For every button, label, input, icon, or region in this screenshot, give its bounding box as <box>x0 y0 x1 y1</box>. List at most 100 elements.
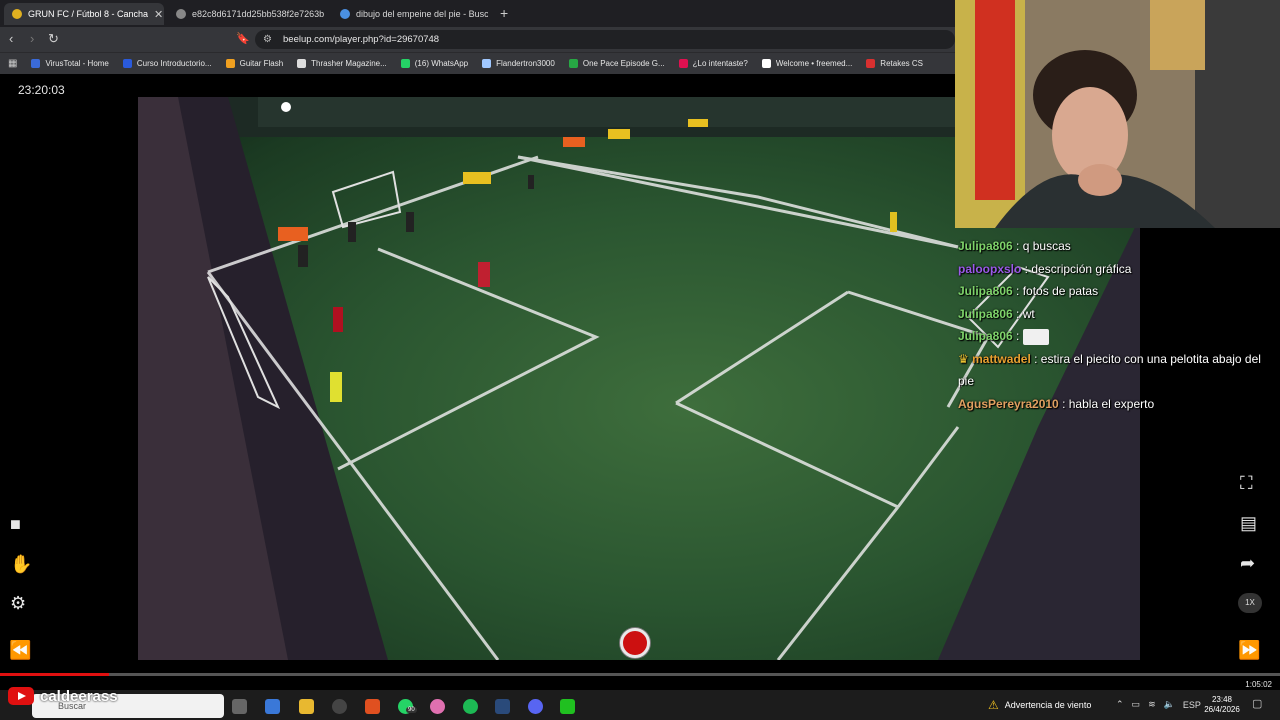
bookmark-item[interactable]: Welcome • freemed... <box>761 59 853 68</box>
chat-separator: : <box>1012 306 1023 321</box>
steam-icon[interactable] <box>495 699 510 714</box>
app-icon[interactable] <box>430 699 445 714</box>
chat-username: Julipa806 <box>958 239 1013 253</box>
bookmark-label: Retakes CS <box>880 59 923 68</box>
chat-separator: : <box>1021 261 1032 276</box>
bookmark-label: Guitar Flash <box>239 59 284 68</box>
tab-search[interactable]: dibujo del empeine del pie - Buscar c <box>332 3 488 25</box>
bookmark-item[interactable]: (16) WhatsApp <box>400 59 468 68</box>
chat-emote-icon <box>1022 328 1049 345</box>
chat-text: wt <box>1022 306 1035 321</box>
fullscreen-icon[interactable]: ⛶ <box>1240 473 1253 493</box>
volume-icon[interactable]: 🔈 <box>1164 699 1175 710</box>
chevron-up-icon[interactable]: ⌃ <box>1116 699 1124 710</box>
back-icon[interactable]: ‹ <box>9 32 13 46</box>
weather-text: Advertencia de viento <box>1004 700 1092 710</box>
bookmark-label: VirusTotal - Home <box>45 59 109 68</box>
chat-separator: : <box>1012 329 1023 343</box>
url-field[interactable]: ⚙ beelup.com/player.php?id=29670748 <box>255 30 955 49</box>
site-info-icon[interactable]: ⚙ <box>263 30 272 49</box>
spotify-icon[interactable] <box>463 699 478 714</box>
tab-label: GRUN FC / Fútbol 8 - Cancha <box>28 9 149 19</box>
chat-username: AgusPereyra2010 <box>958 396 1059 411</box>
bookmark-item[interactable]: Curso Introductorio... <box>122 59 212 68</box>
wifi-icon[interactable]: ≋ <box>1148 699 1156 710</box>
bookmark-item[interactable]: VirusTotal - Home <box>31 59 109 68</box>
bookmark-icon[interactable]: 🔖 <box>236 32 250 46</box>
rewind-icon[interactable]: ⏪ <box>9 640 31 660</box>
chat-message: paloopxslo : descripción gráfica <box>958 258 1268 281</box>
chat-separator: : <box>1012 239 1023 253</box>
bookmark-label: One Pace Episode G... <box>582 59 665 68</box>
kick-icon[interactable] <box>560 699 575 714</box>
streamer-webcam-image <box>955 0 1280 228</box>
taskbar-clock[interactable]: 23:48 26/4/2026 <box>1198 695 1246 715</box>
bookmark-favicon-icon <box>225 59 235 68</box>
playback-speed-button[interactable]: 1X <box>1238 593 1262 613</box>
reload-icon[interactable]: ↻ <box>48 32 59 46</box>
tab-close-icon[interactable]: ✕ <box>154 8 163 21</box>
network-icon[interactable]: ▭ <box>1132 699 1141 710</box>
whatsapp-badge: 90 <box>406 707 417 713</box>
bookmark-favicon-icon <box>31 59 41 68</box>
bookmark-item[interactable]: ¿Lo intentaste? <box>678 59 748 68</box>
channel-badge: caldeerass <box>8 687 118 705</box>
progress-bar[interactable] <box>0 673 1280 676</box>
bookmark-favicon-icon <box>122 59 132 68</box>
weather-widget[interactable]: ⚠ Advertencia de viento <box>988 698 1091 712</box>
apps-grid-icon[interactable]: ▦ <box>8 58 17 69</box>
chat-text: descripción gráfica <box>1031 261 1132 276</box>
bookmark-favicon-icon <box>482 59 492 68</box>
bookmark-item[interactable]: Thrasher Magazine... <box>297 59 387 68</box>
tab-label: dibujo del empeine del pie - Buscar c <box>356 9 488 19</box>
store-icon[interactable] <box>265 699 280 714</box>
share-icon[interactable]: ➦ <box>1240 553 1255 573</box>
video-duration: 1:05:02 <box>1245 680 1272 689</box>
clock-date: 26/4/2026 <box>1204 705 1240 714</box>
chat-message: AgusPereyra2010 : habla el experto <box>958 393 1268 416</box>
system-tray: ⌃ ▭ ≋ 🔈 ESP <box>1116 699 1201 710</box>
chat-username: mattwadel <box>972 351 1031 366</box>
hand-icon[interactable]: ✋ <box>10 554 32 574</box>
bookmark-favicon-icon <box>297 59 307 68</box>
discord-icon[interactable] <box>528 699 543 714</box>
record-button[interactable] <box>620 628 650 658</box>
tab-label: e82c8d6171dd25bb538f2e7263b5bc <box>192 9 324 19</box>
new-tab-icon[interactable]: + <box>500 5 508 21</box>
channel-name: caldeerass <box>40 687 118 705</box>
camera-icon[interactable]: ■ <box>10 514 21 534</box>
bookmark-favicon-icon <box>568 59 578 68</box>
fast-forward-icon[interactable]: ⏩ <box>1238 640 1260 660</box>
tab-favicon-icon <box>12 9 22 19</box>
file-explorer-icon[interactable] <box>299 699 314 714</box>
bookmark-favicon-icon <box>400 59 410 68</box>
obs-icon[interactable] <box>332 699 347 714</box>
settings-gear-icon[interactable]: ⚙ <box>10 593 26 613</box>
chat-message: Julipa806 : wt <box>958 303 1268 326</box>
tab-grun-fc[interactable]: GRUN FC / Fútbol 8 - Cancha ✕ <box>4 3 164 25</box>
chat-text: fotos de patas <box>1022 284 1099 298</box>
chat-username: paloopxslo <box>958 261 1022 276</box>
bookmark-label: Welcome • freemed... <box>775 59 853 68</box>
notifications-icon[interactable]: ▢ <box>1252 697 1262 710</box>
youtube-icon <box>8 687 34 705</box>
chat-username: Julipa806 <box>958 329 1013 343</box>
chat-message: Julipa806 : q buscas <box>958 235 1268 258</box>
bookmark-item[interactable]: Retakes CS <box>866 59 923 68</box>
progress-fill <box>0 673 109 676</box>
bookmark-item[interactable]: Flandertron3000 <box>482 59 555 68</box>
video-timestamp: 23:20:03 <box>18 83 65 97</box>
bookmark-item[interactable]: Guitar Flash <box>225 59 284 68</box>
bookmark-label: Thrasher Magazine... <box>311 59 387 68</box>
task-view-icon[interactable] <box>232 699 247 714</box>
chat-message: Julipa806 : fotos de patas <box>958 280 1268 303</box>
brave-icon[interactable] <box>365 699 380 714</box>
bookmark-favicon-icon <box>678 59 688 68</box>
chat-username: Julipa806 <box>958 284 1013 298</box>
tab-hash[interactable]: e82c8d6171dd25bb538f2e7263b5bc <box>168 3 324 25</box>
bookmark-item[interactable]: One Pace Episode G... <box>568 59 665 68</box>
film-strip-icon[interactable]: ▤ <box>1240 513 1257 533</box>
bookmark-label: Curso Introductorio... <box>136 59 212 68</box>
tab-favicon-icon <box>176 9 186 19</box>
forward-icon[interactable]: › <box>30 32 34 46</box>
